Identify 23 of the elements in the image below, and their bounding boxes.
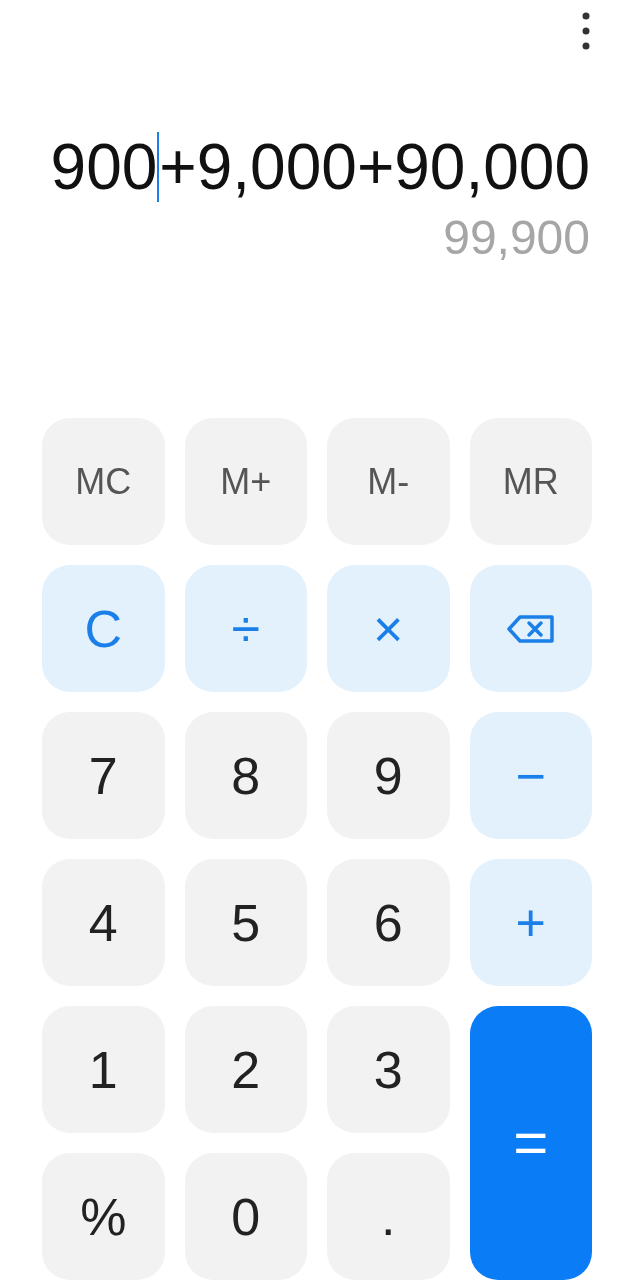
digit-key[interactable]: . [327,1153,450,1280]
more-menu-icon[interactable] [582,12,590,50]
digit-key[interactable]: 4 [42,859,165,986]
memory-key[interactable]: M- [327,418,450,545]
digit-key[interactable]: 6 [327,859,450,986]
digit-key[interactable]: 7 [42,712,165,839]
backspace-key[interactable] [469,565,592,692]
memory-key[interactable]: MR [469,418,592,545]
backspace-icon [505,613,556,644]
digit-key[interactable]: 9 [327,712,450,839]
digit-key[interactable]: 8 [184,712,307,839]
digit-key[interactable]: % [42,1153,165,1280]
memory-key[interactable]: M+ [184,418,307,545]
digit-key[interactable]: 2 [184,1006,307,1133]
result-text: 99,900 [443,210,590,266]
memory-key[interactable]: MC [42,418,165,545]
digit-key[interactable]: 5 [184,859,307,986]
equals-key[interactable]: = [469,1006,592,1280]
expression-field[interactable]: 900+9,000+90,000 [50,132,590,202]
digit-key[interactable]: 3 [327,1006,450,1133]
digit-key[interactable]: 1 [42,1006,165,1133]
text-cursor [157,132,160,202]
digit-key[interactable]: 0 [184,1153,307,1280]
